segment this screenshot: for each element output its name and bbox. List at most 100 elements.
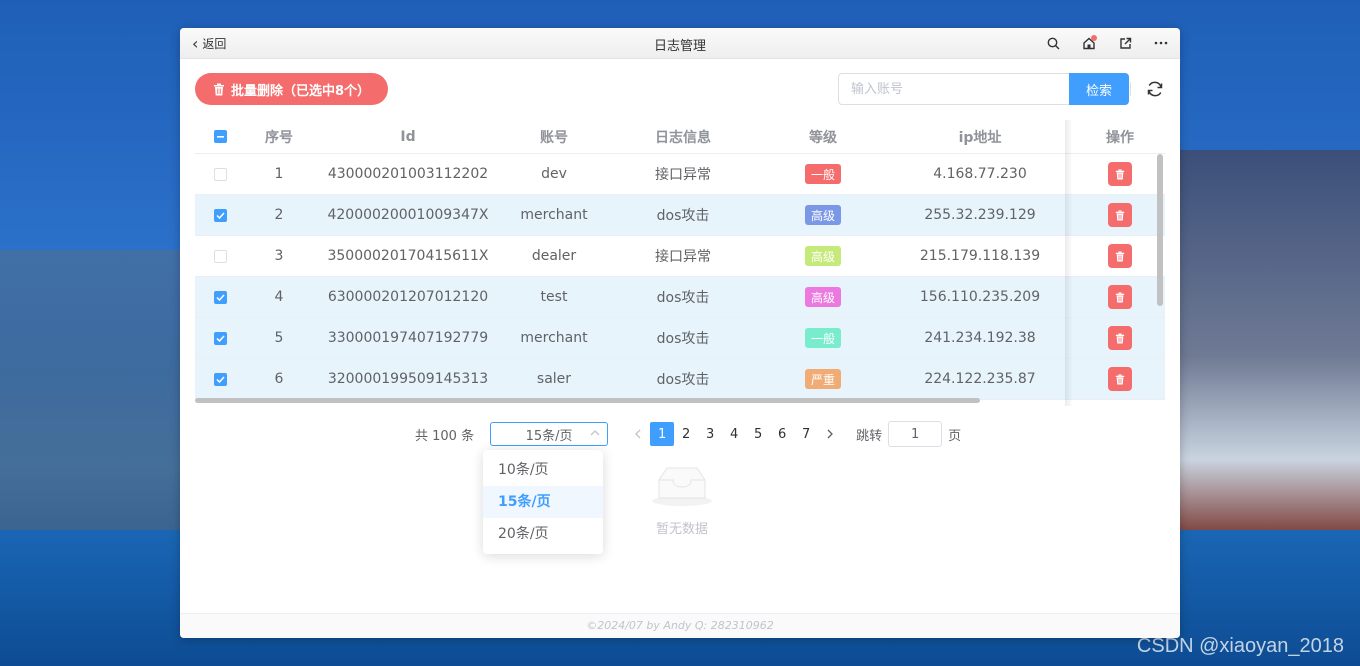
search-group: 检索 — [838, 73, 1129, 105]
cell-account: merchant — [520, 207, 588, 223]
search-icon[interactable] — [1044, 34, 1062, 52]
page-suffix: 页 — [948, 428, 962, 444]
delete-row-button[interactable] — [1108, 244, 1132, 268]
trash-icon — [1115, 374, 1125, 384]
cell-ip: 241.234.192.38 — [924, 330, 1036, 346]
cell-ip: 255.32.239.129 — [924, 207, 1036, 223]
level-tag: 一般 — [804, 328, 841, 348]
empty-text: 暂无数据 — [655, 522, 708, 537]
watermark: CSDN @xiaoyan_2018 — [1136, 635, 1344, 657]
level-tag: 一般 — [804, 164, 841, 184]
cell-ip: 224.122.235.87 — [924, 371, 1036, 387]
page-numbers: 1234567 — [650, 422, 818, 446]
cell-level: 一般 — [761, 164, 885, 184]
vertical-scrollbar[interactable] — [1157, 154, 1163, 306]
cell-account: test — [540, 289, 568, 305]
batch-delete-button[interactable]: 批量删除（已选中8个） — [195, 73, 389, 105]
row-checkbox[interactable] — [213, 331, 227, 345]
cell-actions — [1075, 162, 1165, 186]
empty-state: 暂无数据 — [642, 464, 722, 537]
table-row[interactable]: 1 430000201003112202 dev 接口异常 一般 4.168.77.230 — [195, 154, 1165, 195]
page-number-button[interactable]: 1 — [650, 422, 675, 446]
page-size-option[interactable]: 20条/页 — [483, 518, 603, 550]
row-select-cell — [195, 331, 245, 345]
chevron-right-icon — [827, 429, 833, 439]
delete-row-button[interactable] — [1108, 367, 1132, 391]
log-table: 序号 Id 账号 日志信息 等级 ip地址 操作 1 43000020100311… — [195, 120, 1165, 406]
back-label: 返回 — [202, 37, 227, 51]
cell-id: 320000199509145313 — [327, 371, 489, 387]
page-size-value: 15条/页 — [525, 428, 573, 444]
page-number-button[interactable]: 5 — [746, 422, 770, 446]
page-size-option-selected[interactable]: 15条/页 — [483, 486, 603, 518]
cell-actions — [1075, 326, 1165, 350]
prev-page-button[interactable] — [626, 422, 650, 446]
delete-row-button[interactable] — [1108, 203, 1132, 227]
page-number-button[interactable]: 3 — [698, 422, 722, 446]
next-page-button[interactable] — [818, 422, 842, 446]
more-icon[interactable] — [1152, 34, 1170, 52]
window-title: 日志管理 — [653, 39, 706, 54]
search-input[interactable] — [838, 73, 1069, 105]
page-size-select[interactable]: 15条/页 — [490, 422, 609, 446]
select-all-checkbox[interactable] — [213, 130, 227, 143]
jump-label: 跳转 — [856, 428, 883, 444]
footer: ©2024/07 by Andy Q: 282310962 — [180, 613, 1180, 638]
delete-row-button[interactable] — [1108, 326, 1132, 350]
row-checkbox[interactable] — [213, 208, 227, 222]
column-header-no: 序号 — [265, 129, 293, 146]
cell-level: 一般 — [761, 328, 885, 348]
chevron-left-icon — [635, 429, 641, 439]
toolbar: 批量删除（已选中8个） 检索 — [195, 73, 1165, 105]
row-checkbox[interactable] — [213, 167, 227, 181]
table-row[interactable]: 5 330000197407192779 merchant dos攻击 一般 241.23… — [195, 318, 1165, 359]
cell-no: 3 — [274, 248, 284, 264]
table-row[interactable]: 6 320000199509145313 saler dos攻击 严重 224.122.2… — [195, 359, 1165, 400]
level-tag: 高级 — [804, 205, 841, 225]
cell-info: 接口异常 — [655, 167, 711, 183]
horizontal-scrollbar[interactable] — [195, 398, 980, 403]
trash-icon — [1115, 169, 1125, 179]
cell-no: 6 — [274, 371, 284, 387]
row-checkbox[interactable] — [213, 290, 227, 304]
app-window: ‹ 返回 日志管理 批量删除（已选中8个） 检索 — [180, 28, 1180, 638]
table-row[interactable]: 3 35000020170415611X dealer 接口异常 高级 215.179.1… — [195, 236, 1165, 277]
page-number-button[interactable]: 4 — [722, 422, 746, 446]
row-select-cell — [195, 208, 245, 222]
cell-ip: 4.168.77.230 — [933, 166, 1027, 182]
delete-row-button[interactable] — [1108, 162, 1132, 186]
batch-delete-label: 批量删除（已选中8个） — [231, 83, 371, 99]
chevron-left-icon: ‹ — [192, 33, 199, 53]
table-row[interactable]: 4 630000201207012120 test dos攻击 高级 156.110.23… — [195, 277, 1165, 318]
page-number-button[interactable]: 2 — [674, 422, 698, 446]
home-icon[interactable] — [1080, 34, 1098, 52]
cell-level: 高级 — [761, 246, 885, 266]
column-header-id: Id — [400, 128, 416, 145]
delete-row-button[interactable] — [1108, 285, 1132, 309]
page-jump-input[interactable] — [888, 421, 943, 447]
table-row[interactable]: 2 42000020001009347X merchant dos攻击 高级 255.32… — [195, 195, 1165, 236]
fixed-column-shadow — [1065, 120, 1073, 406]
cell-account: dealer — [531, 248, 577, 264]
cell-info: dos攻击 — [656, 331, 710, 347]
page-number-button[interactable]: 6 — [770, 422, 794, 446]
cell-info: dos攻击 — [656, 208, 710, 224]
cell-level: 高级 — [761, 287, 885, 307]
row-checkbox[interactable] — [213, 249, 227, 263]
table-body: 1 430000201003112202 dev 接口异常 一般 4.168.77.230… — [195, 154, 1165, 400]
refresh-icon[interactable] — [1145, 79, 1165, 99]
back-button[interactable]: ‹ 返回 — [192, 35, 226, 52]
row-checkbox[interactable] — [213, 372, 227, 386]
page-nav: 1234567 — [626, 422, 842, 446]
toolbar-divider — [1130, 82, 1131, 96]
level-tag: 高级 — [804, 246, 841, 266]
search-button[interactable]: 检索 — [1069, 73, 1129, 105]
open-external-icon[interactable] — [1116, 34, 1134, 52]
page-size-option[interactable]: 10条/页 — [483, 454, 603, 486]
cell-id: 330000197407192779 — [327, 330, 489, 346]
cell-ip: 156.110.235.209 — [919, 289, 1041, 305]
cell-actions — [1075, 203, 1165, 227]
row-select-cell — [195, 372, 245, 386]
notification-dot — [1091, 35, 1097, 41]
page-number-button[interactable]: 7 — [794, 422, 818, 446]
